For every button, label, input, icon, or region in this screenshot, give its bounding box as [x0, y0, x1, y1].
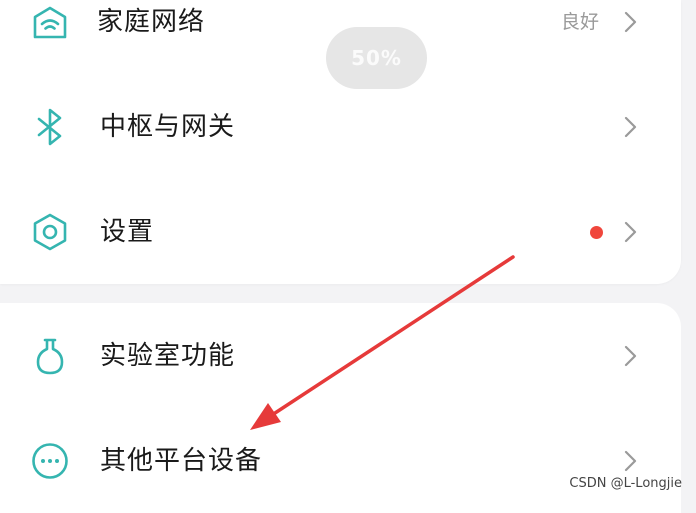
bluetooth-icon: [30, 107, 70, 147]
lab-features-label: 实验室功能: [100, 341, 236, 371]
hub-gateway-label: 中枢与网关: [100, 112, 236, 142]
more-circle-icon: [30, 441, 70, 481]
chevron-right-icon: [619, 220, 641, 244]
other-platform-devices-label: 其他平台设备: [100, 446, 263, 476]
settings-label: 设置: [100, 217, 155, 247]
wifi-home-icon: [30, 2, 70, 42]
list-item-settings[interactable]: 设置: [0, 202, 681, 262]
flask-icon: [30, 336, 70, 376]
home-network-label: 家庭网络: [97, 7, 206, 37]
hexagon-settings-icon: [30, 212, 70, 252]
percentage-toast: 50%: [326, 27, 427, 89]
list-item-hub-gateway[interactable]: 中枢与网关: [0, 97, 681, 157]
chevron-right-icon: [619, 10, 641, 34]
notification-dot: [590, 226, 603, 239]
chevron-right-icon: [619, 449, 641, 473]
list-item-lab-features[interactable]: 实验室功能: [0, 326, 681, 386]
chevron-right-icon: [619, 115, 641, 139]
home-network-status: 良好: [560, 11, 599, 33]
chevron-right-icon: [619, 344, 641, 368]
watermark-text: CSDN @L-Longjie: [569, 476, 682, 491]
